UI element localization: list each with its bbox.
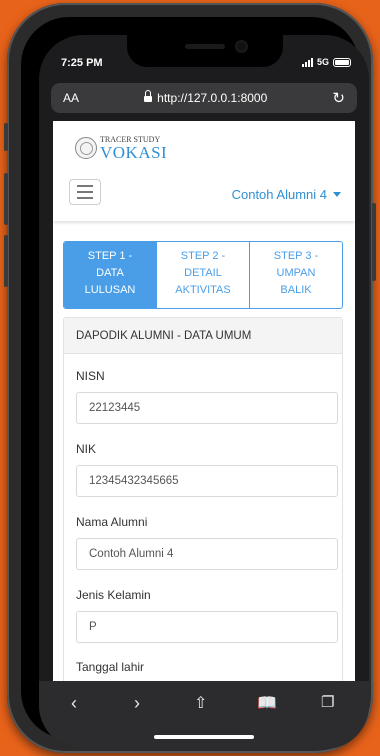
form-card: DAPODIK ALUMNI - DATA UMUM NISN 22123445… (63, 317, 343, 681)
notch (127, 35, 283, 67)
site-logo[interactable]: TRACER STUDY VOKASI (75, 135, 167, 161)
mute-switch (4, 123, 8, 151)
hamburger-icon (77, 185, 93, 187)
url-text: http://127.0.0.1:8000 (157, 91, 268, 105)
speaker (185, 44, 225, 49)
user-dropdown[interactable]: Contoh Alumni 4 (232, 187, 341, 202)
nama-alumni-label: Nama Alumni (76, 515, 148, 529)
nik-field[interactable]: 12345432345665 (76, 465, 338, 497)
jenis-kelamin-field[interactable]: P (76, 611, 338, 643)
status-indicators: 5G (301, 57, 351, 67)
step-3-line3: BALIK (280, 284, 312, 296)
back-icon[interactable]: ‹ (71, 693, 77, 714)
nisn-field[interactable]: 22123445 (76, 392, 338, 424)
tabs-icon[interactable]: ❐ (321, 693, 334, 711)
logo-text: TRACER STUDY VOKASI (100, 135, 167, 161)
nik-label: NIK (76, 442, 97, 456)
bookmarks-icon[interactable]: 📖 (257, 693, 277, 713)
tab-step-1[interactable]: STEP 1 - DATA LULUSAN (64, 242, 157, 308)
web-page: TRACER STUDY VOKASI Contoh Alumni 4 STEP… (53, 121, 355, 681)
caret-down-icon (333, 192, 341, 197)
status-time: 7:25 PM (61, 57, 103, 69)
bezel: 7:25 PM 5G AA http://127.0.0.1:8000 ↻ TR… (21, 17, 369, 749)
step-1-line1: STEP 1 - (87, 250, 133, 262)
step-2-line2: DETAIL (184, 267, 222, 279)
section-title: DAPODIK ALUMNI - DATA UMUM (64, 318, 342, 354)
hamburger-menu-button[interactable] (69, 179, 101, 205)
tab-step-2[interactable]: STEP 2 - DETAIL AKTIVITAS (157, 242, 250, 308)
volume-down-button (4, 235, 8, 287)
tanggal-lahir-label: Tanggal lahir (76, 660, 145, 674)
battery-icon (333, 57, 351, 67)
navbar: TRACER STUDY VOKASI Contoh Alumni 4 (53, 121, 355, 221)
forward-icon[interactable]: › (134, 693, 140, 714)
address-bar[interactable]: AA http://127.0.0.1:8000 ↻ (51, 83, 357, 113)
reader-settings-button[interactable]: AA (63, 91, 79, 105)
logo-big-text: VOKASI (100, 143, 168, 162)
step-3-line2: UMPAN (276, 267, 316, 279)
power-button (372, 203, 376, 281)
step-1-line3: LULUSAN (84, 284, 136, 296)
front-camera (237, 42, 246, 51)
jenis-kelamin-label: Jenis Kelamin (76, 588, 151, 602)
step-2-line3: AKTIVITAS (175, 284, 231, 296)
user-name: Contoh Alumni 4 (231, 187, 327, 202)
reload-icon[interactable]: ↻ (332, 89, 345, 107)
volume-up-button (4, 173, 8, 225)
step-tabs: STEP 1 - DATA LULUSAN STEP 2 - DETAIL AK… (63, 241, 343, 309)
home-indicator (154, 735, 254, 739)
nisn-label: NISN (76, 369, 105, 383)
seal-icon (75, 137, 97, 159)
network-label: 5G (316, 57, 329, 67)
phone-frame: 7:25 PM 5G AA http://127.0.0.1:8000 ↻ TR… (4, 3, 376, 753)
nama-alumni-field[interactable]: Contoh Alumni 4 (76, 538, 338, 570)
step-3-line1: STEP 3 - (273, 250, 319, 262)
step-1-line2: DATA (96, 267, 124, 279)
share-icon[interactable]: ⇧ (194, 693, 207, 713)
screen: 7:25 PM 5G AA http://127.0.0.1:8000 ↻ TR… (39, 35, 369, 749)
lock-icon (144, 89, 153, 103)
url-display[interactable]: http://127.0.0.1:8000 (79, 89, 332, 105)
tab-step-3[interactable]: STEP 3 - UMPAN BALIK (250, 242, 342, 308)
signal-icon (301, 57, 313, 67)
step-2-line1: STEP 2 - (180, 250, 226, 262)
